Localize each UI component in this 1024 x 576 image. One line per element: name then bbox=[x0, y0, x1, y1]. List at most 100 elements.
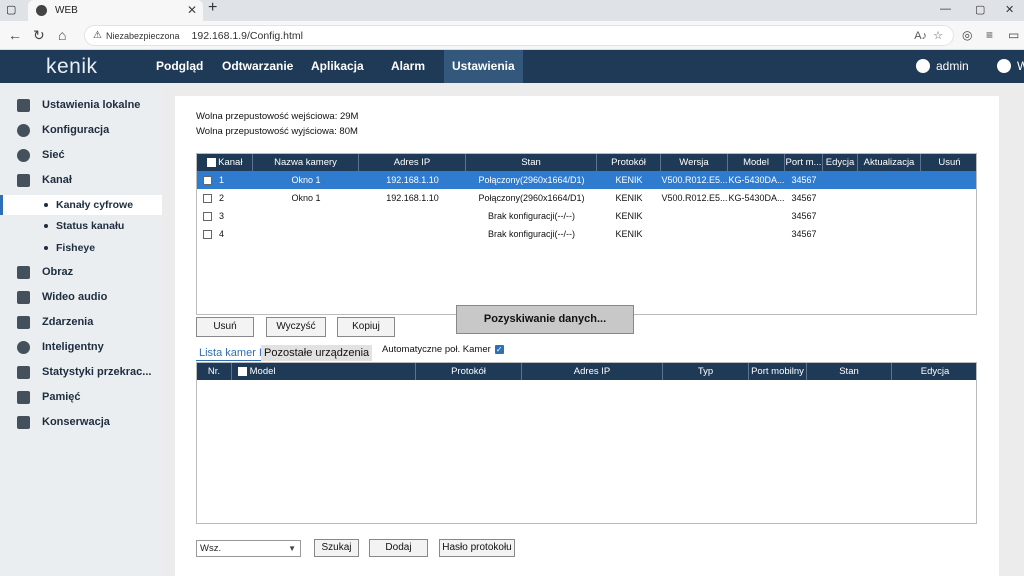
menu-podglad[interactable]: Podgląd bbox=[148, 50, 211, 83]
col-aktualizacja[interactable]: Aktualizacja bbox=[858, 154, 921, 171]
auto-connect-option[interactable]: Automatyczne poł. Kamer ✓ bbox=[382, 342, 504, 358]
extensions-icon[interactable]: ◎ bbox=[962, 28, 972, 42]
delete-button[interactable]: Usuń bbox=[196, 317, 254, 337]
sidebar-sub-status-kanalu[interactable]: Status kanału bbox=[0, 216, 162, 236]
sidebar-item-inteligentny[interactable]: Inteligentny bbox=[0, 336, 162, 358]
col-kanal[interactable]: Kanał bbox=[197, 154, 253, 171]
table-row[interactable]: 1 Okno 1 192.168.1.10 Połączony(2960x166… bbox=[197, 171, 976, 189]
cell-protocol: KENIK bbox=[615, 229, 643, 239]
row-checkbox[interactable] bbox=[203, 212, 212, 222]
app-header: kenik Podgląd Odtwarzanie Aplikacja Alar… bbox=[0, 50, 1024, 83]
url-action-icons[interactable]: A♪ ☆ bbox=[914, 29, 943, 42]
fetch-data-button[interactable]: Pozyskiwanie danych... bbox=[456, 305, 634, 334]
globe-icon bbox=[17, 148, 30, 162]
collections-icon[interactable]: ▭ bbox=[1008, 28, 1019, 42]
sidebar-item-ustawienia-lokalne[interactable]: Ustawienia lokalne bbox=[0, 94, 162, 116]
filter-select-value: Wsz. bbox=[200, 543, 222, 554]
close-window-icon[interactable]: ✕ bbox=[1005, 3, 1014, 16]
table-header: Kanał Nazwa kamery Adres IP Stan Protokó… bbox=[197, 154, 976, 171]
table-row[interactable]: 2 Okno 1 192.168.1.10 Połączony(2960x166… bbox=[197, 189, 976, 207]
tab-favicon-icon bbox=[36, 5, 47, 16]
cell-protocol: KENIK bbox=[615, 193, 643, 203]
col-model[interactable]: Model bbox=[232, 363, 416, 380]
sidebar-item-konserwacja[interactable]: Konserwacja bbox=[0, 411, 162, 433]
sidebar-item-wideo-audio[interactable]: Wideo audio bbox=[0, 286, 162, 308]
url-field[interactable]: ⚠ Niezabezpieczona 192.168.1.9/Config.ht… bbox=[84, 25, 954, 46]
sidebar-item-obraz[interactable]: Obraz bbox=[0, 261, 162, 283]
col-adres-ip[interactable]: Adres IP bbox=[522, 363, 663, 380]
sidebar-item-siec[interactable]: Sieć bbox=[0, 144, 162, 166]
browser-tab[interactable]: WEB ✕ bbox=[28, 0, 203, 21]
storage-icon bbox=[17, 390, 30, 404]
favorites-icon[interactable]: ≡ bbox=[986, 28, 993, 42]
col-protokol[interactable]: Protokół bbox=[416, 363, 522, 380]
browser-tab-bar: ▢ WEB ✕ + — ▢ ✕ bbox=[0, 0, 1024, 21]
clear-button[interactable]: Wyczyść bbox=[266, 317, 326, 337]
user-name: admin bbox=[936, 59, 969, 73]
video-icon bbox=[17, 290, 30, 304]
sidebar-item-zdarzenia[interactable]: Zdarzenia bbox=[0, 311, 162, 333]
add-button[interactable]: Dodaj bbox=[369, 539, 428, 557]
window-menu-icon[interactable]: ▢ bbox=[6, 3, 22, 19]
col-port-mobilny[interactable]: Port mobilny bbox=[749, 363, 807, 380]
chevron-down-icon: ▼ bbox=[288, 544, 296, 553]
back-icon[interactable]: ← bbox=[8, 27, 22, 43]
sidebar-item-label: Statystyki przekrac... bbox=[42, 366, 152, 378]
col-edycja[interactable]: Edycja bbox=[823, 154, 858, 171]
protocol-password-button[interactable]: Hasło protokołu bbox=[439, 539, 515, 557]
col-edycja[interactable]: Edycja bbox=[892, 363, 978, 380]
sidebar-sub-fisheye[interactable]: Fisheye bbox=[0, 238, 162, 258]
col-wersja[interactable]: Wersja bbox=[661, 154, 728, 171]
sidebar-item-statystyki[interactable]: Statystyki przekrac... bbox=[0, 361, 162, 383]
menu-ustawienia[interactable]: Ustawienia bbox=[444, 50, 523, 83]
col-protokol[interactable]: Protokół bbox=[597, 154, 661, 171]
col-port[interactable]: Port m... bbox=[785, 154, 823, 171]
copy-button[interactable]: Kopiuj bbox=[337, 317, 395, 337]
cell-channel: 1 bbox=[219, 175, 225, 185]
maximize-icon[interactable]: ▢ bbox=[975, 3, 985, 16]
image-icon bbox=[17, 265, 30, 279]
reload-icon[interactable]: ↻ bbox=[33, 27, 45, 44]
sidebar-item-label: Pamięć bbox=[42, 391, 81, 403]
row-checkbox[interactable] bbox=[203, 176, 212, 186]
select-all-checkbox[interactable] bbox=[206, 157, 216, 167]
minimize-icon[interactable]: — bbox=[940, 3, 951, 15]
url-text: 192.168.1.9/Config.html bbox=[191, 29, 304, 42]
col-usun[interactable]: Usuń bbox=[921, 154, 978, 171]
filter-select[interactable]: Wsz. ▼ bbox=[196, 540, 301, 557]
table-row[interactable]: 3 Brak konfiguracji(--/--) KENIK 34567 bbox=[197, 207, 976, 225]
col-model[interactable]: Model bbox=[728, 154, 785, 171]
search-button[interactable]: Szukaj bbox=[314, 539, 359, 557]
main-area: Wolna przepustowość wejściowa: 29M Wolna… bbox=[162, 83, 1024, 576]
table-row[interactable]: 4 Brak konfiguracji(--/--) KENIK 34567 bbox=[197, 225, 976, 243]
sidebar-item-label: Wideo audio bbox=[42, 291, 108, 303]
tab-close-icon[interactable]: ✕ bbox=[187, 3, 197, 17]
row-checkbox[interactable] bbox=[203, 194, 212, 204]
cell-port: 34567 bbox=[791, 193, 817, 203]
auto-connect-checkbox[interactable]: ✓ bbox=[494, 344, 504, 354]
tab-other-devices[interactable]: Pozostałe urządzenia bbox=[261, 345, 373, 361]
sidebar-item-label: Kanał bbox=[42, 174, 72, 186]
sidebar-item-konfiguracja[interactable]: Konfiguracja bbox=[0, 119, 162, 141]
home-icon[interactable]: ⌂ bbox=[58, 27, 66, 43]
col-stan[interactable]: Stan bbox=[466, 154, 597, 171]
user-menu[interactable]: admin bbox=[916, 59, 969, 73]
col-nr[interactable]: Nr. bbox=[197, 363, 232, 380]
col-nazwa-kamery[interactable]: Nazwa kamery bbox=[253, 154, 359, 171]
menu-alarm[interactable]: Alarm bbox=[383, 50, 433, 83]
new-tab-icon[interactable]: + bbox=[208, 0, 217, 17]
sidebar-sub-kanaly-cyfrowe[interactable]: Kanały cyfrowe bbox=[0, 195, 162, 215]
sidebar-item-label: Inteligentny bbox=[42, 341, 104, 353]
menu-aplikacja[interactable]: Aplikacja bbox=[303, 50, 372, 83]
sidebar-item-label: Konserwacja bbox=[42, 416, 110, 428]
menu-odtwarzanie[interactable]: Odtwarzanie bbox=[214, 50, 301, 83]
sidebar-item-kanal[interactable]: Kanał bbox=[0, 169, 162, 191]
col-adres-ip[interactable]: Adres IP bbox=[359, 154, 466, 171]
col-stan[interactable]: Stan bbox=[807, 363, 892, 380]
col-typ[interactable]: Typ bbox=[663, 363, 749, 380]
cell-version: V500.R012.E5... bbox=[661, 175, 728, 185]
sidebar-item-pamiec[interactable]: Pamięć bbox=[0, 386, 162, 408]
row-checkbox[interactable] bbox=[203, 230, 212, 240]
logout-button[interactable]: W bbox=[997, 59, 1024, 73]
select-all-checkbox[interactable] bbox=[238, 366, 247, 376]
